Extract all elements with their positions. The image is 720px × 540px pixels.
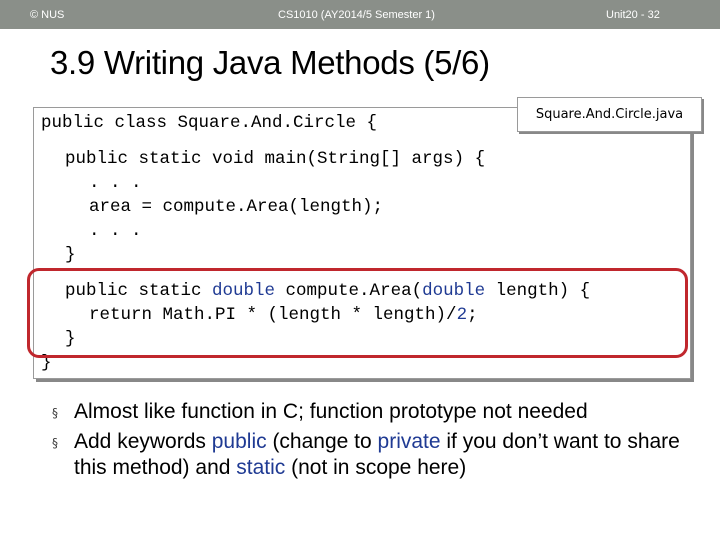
code-kw-double-2: double — [422, 281, 486, 301]
bullet-marker-icon: § — [52, 436, 58, 450]
code-return-num: 2 — [456, 305, 468, 325]
bullet-text-2a: Add keywords — [74, 430, 212, 453]
course-label: CS1010 (AY2014/5 Semester 1) — [278, 9, 435, 21]
code-assignment: area = compute.Area(length); — [89, 197, 384, 217]
slide-number: Unit20 - 32 — [606, 9, 660, 21]
filename-label: Square.And.Circle.java — [517, 97, 702, 132]
bullet-list: § Almost like function in C; function pr… — [52, 399, 702, 485]
code-sig-mid: compute.Area( — [275, 281, 423, 301]
code-main-close: } — [65, 245, 76, 265]
bullet-item: § Almost like function in C; function pr… — [52, 399, 702, 425]
keyword-public: public — [211, 430, 267, 453]
code-ellipsis-2: . . . — [89, 221, 142, 241]
code-kw-double-1: double — [212, 281, 276, 301]
code-return-pre: return Math.PI * (length * length)/ — [89, 305, 457, 325]
bullet-text-2d: (not in scope here) — [285, 456, 467, 479]
code-sig-pre: public static — [65, 281, 213, 301]
bullet-marker-icon: § — [52, 406, 58, 420]
code-box: public class Square.And.Circle { public … — [33, 107, 691, 379]
code-ellipsis-1: . . . — [89, 173, 142, 193]
slide-header-bar: © NUS CS1010 (AY2014/5 Semester 1) Unit2… — [0, 0, 720, 29]
keyword-private: private — [377, 430, 441, 453]
code-method-signature: public static double compute.Area(double… — [65, 279, 590, 303]
code-class-close: } — [41, 353, 52, 373]
keyword-static: static — [236, 456, 286, 479]
copyright-label: © NUS — [30, 9, 65, 21]
code-sig-post: length) { — [485, 281, 591, 301]
code-class-line: public class Square.And.Circle { — [41, 113, 378, 133]
slide-title: 3.9 Writing Java Methods (5/6) — [50, 44, 490, 81]
bullet-item: § Add keywords public (change to private… — [52, 429, 702, 481]
bullet-text-1: Almost like function in C; function prot… — [74, 400, 588, 423]
code-return-line: return Math.PI * (length * length)/2; — [89, 303, 478, 327]
bullet-text-2b: (change to — [266, 430, 378, 453]
code-method-close: } — [65, 329, 76, 349]
code-main-signature: public static void main(String[] args) { — [65, 149, 486, 169]
code-return-post: ; — [467, 305, 478, 325]
